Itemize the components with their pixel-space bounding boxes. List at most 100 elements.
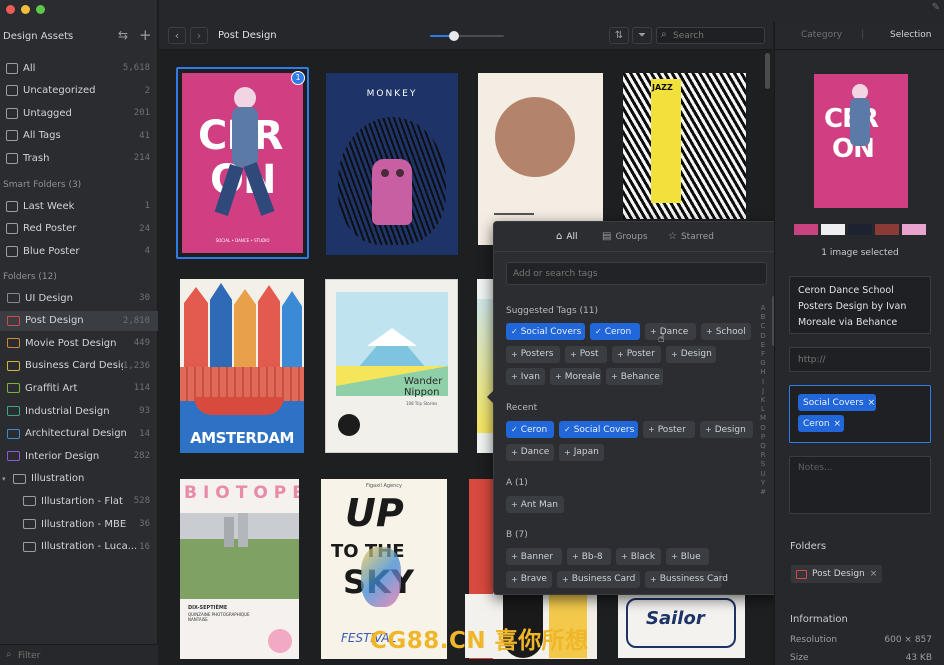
thumb-amsterdam[interactable]: AMSTERDAM (180, 279, 304, 453)
tag-chip[interactable]: + Moreale (550, 368, 601, 385)
tag-chip[interactable]: + Japan (559, 443, 604, 461)
maximize-window-button[interactable] (36, 5, 45, 14)
tag-chip[interactable]: ✓ Ceron (590, 323, 640, 340)
thumb-wander-nippon[interactable]: Wander Nippon 108 Trip Stories (325, 279, 458, 453)
alphabet-letter[interactable]: A (758, 304, 768, 313)
sidebar-item[interactable]: Trash 214 (0, 148, 158, 168)
tag-chip[interactable]: + Blue (666, 548, 709, 565)
color-swatch[interactable] (821, 224, 845, 235)
alphabet-letter[interactable]: B (758, 313, 768, 322)
alphabet-letter[interactable]: F (758, 350, 768, 359)
tag-chip[interactable]: ✓ Social Covers (559, 421, 638, 438)
filter-input[interactable] (18, 648, 148, 663)
search-input[interactable] (673, 29, 761, 42)
sidebar-item[interactable]: UI Design 30 (0, 288, 158, 308)
sidebar-item[interactable]: Business Card Design 1,236 (0, 356, 158, 376)
tag-chip[interactable]: + Bussiness Card (645, 570, 728, 588)
tag-chip[interactable]: ✓ Ceron (506, 421, 554, 438)
tag-search-input[interactable] (506, 262, 767, 285)
thumb-biotope[interactable]: BIOTOPE DIX-SEPTIÈME QUINZAINE PHOTOGRAP… (180, 479, 299, 659)
inspector-tag-chip[interactable]: Ceron × (798, 415, 844, 432)
add-icon[interactable]: + (139, 26, 152, 44)
remove-folder-icon[interactable]: × (870, 569, 878, 579)
notes-field[interactable]: Notes... (789, 456, 931, 514)
tab-starred[interactable]: ☆ Starred (668, 231, 714, 242)
remove-tag-icon[interactable]: × (868, 398, 876, 408)
thumb-jazz[interactable]: JAZZ (623, 73, 746, 219)
inspector-tag-chip[interactable]: Social Covers × (798, 394, 876, 411)
alphabet-letter[interactable]: S (758, 460, 768, 469)
sidebar-item[interactable]: Illustartion - Flat 528 (0, 491, 158, 511)
tag-chip[interactable]: + Dance (506, 443, 554, 461)
tags-field[interactable]: Social Covers × Ceron × (789, 385, 931, 443)
alphabet-letter[interactable]: # (758, 488, 768, 497)
alphabet-letter[interactable]: L (758, 405, 768, 414)
tab-groups[interactable]: ▤ Groups (602, 231, 648, 242)
alphabet-letter[interactable]: G (758, 359, 768, 368)
expand-arrow-icon[interactable]: ▾ (2, 475, 8, 483)
alphabet-letter[interactable]: M (758, 414, 768, 423)
alphabet-letter[interactable]: U (758, 470, 768, 479)
pin-icon[interactable]: ✎ (932, 2, 940, 13)
alphabet-letter[interactable]: O (758, 424, 768, 433)
filter-button[interactable]: ⏷ (632, 27, 652, 44)
preview-image[interactable]: CER ON (814, 74, 908, 208)
color-swatch[interactable] (848, 224, 872, 235)
zoom-slider-handle[interactable] (449, 31, 460, 41)
sidebar-item[interactable]: Industrial Design 93 (0, 401, 158, 421)
chevron-down-icon[interactable]: ⌄ (66, 28, 74, 38)
grid-scrollbar[interactable] (765, 53, 770, 89)
alphabet-letter[interactable]: C (758, 322, 768, 331)
color-swatch[interactable] (875, 224, 899, 235)
close-window-button[interactable] (6, 5, 15, 14)
tag-chip[interactable]: + Ivan (506, 368, 545, 385)
tag-chip[interactable]: + Bb-8 (567, 548, 611, 565)
tab-category[interactable]: Category (801, 30, 842, 40)
sidebar-item[interactable]: Graffiti Art 114 (0, 378, 158, 398)
alphabet-letter[interactable]: R (758, 451, 768, 460)
alphabet-letter[interactable]: Q (758, 442, 768, 451)
tag-chip[interactable]: + Poster (612, 345, 661, 363)
tag-chip[interactable]: + Posters (506, 345, 560, 363)
tag-chip[interactable]: + Behance (606, 368, 663, 385)
tag-chip[interactable]: ✓ Social Covers (506, 323, 585, 340)
tag-chip[interactable]: + Business Card (557, 570, 640, 588)
sort-button[interactable]: ⇅ (609, 27, 629, 44)
sidebar-item[interactable]: Post Design 2,810 (0, 310, 158, 331)
alphabet-letter[interactable]: D (758, 332, 768, 341)
library-title[interactable]: Design Assets (3, 31, 73, 42)
thumb-circle[interactable] (478, 73, 603, 245)
tag-chip[interactable]: + Brave (506, 570, 552, 588)
forward-button[interactable]: › (190, 27, 208, 44)
title-field[interactable]: Ceron Dance School Posters Design by Iva… (789, 276, 931, 334)
alphabet-letter[interactable]: E (758, 341, 768, 350)
tab-selection[interactable]: Selection (890, 30, 931, 40)
alphabet-letter[interactable]: P (758, 433, 768, 442)
color-swatch[interactable] (794, 224, 818, 235)
sidebar-item[interactable]: All Tags 41 (0, 126, 158, 146)
minimize-window-button[interactable] (21, 5, 30, 14)
sidebar-item[interactable]: Illustration - Luca... 16 (0, 537, 158, 557)
tag-chip[interactable]: + Dance (645, 323, 696, 340)
sidebar-item[interactable]: Uncategorized 2 (0, 81, 158, 101)
sidebar-item[interactable]: Architectural Design 14 (0, 424, 158, 444)
sidebar-item[interactable]: Red Poster 24 (0, 219, 158, 239)
search-box[interactable]: ⌕ (656, 27, 765, 44)
sidebar-item[interactable]: All 5,618 (0, 58, 158, 78)
tag-chip[interactable]: + Design (666, 345, 716, 363)
sidebar-item[interactable]: Last Week 1 (0, 196, 158, 216)
back-button[interactable]: ‹ (168, 27, 186, 44)
tag-chip[interactable]: + Ant Man (506, 496, 564, 513)
sync-icon[interactable]: ⇆ (118, 28, 128, 42)
sidebar-item[interactable]: Illustration - MBE 36 (0, 514, 158, 534)
tag-chip[interactable]: + Poster (643, 421, 695, 438)
thumb-monkey[interactable]: MONKEY (326, 73, 458, 255)
alphabet-letter[interactable]: H (758, 368, 768, 377)
tag-chip[interactable]: + Design (700, 421, 753, 438)
tag-chip[interactable]: + Banner (506, 548, 562, 565)
sidebar-item[interactable]: Interior Design 282 (0, 446, 158, 466)
thumb-partial[interactable] (477, 279, 493, 453)
tag-chip[interactable]: + Black (616, 548, 661, 565)
color-swatch[interactable] (902, 224, 926, 235)
tag-chip[interactable]: + School (701, 323, 751, 340)
